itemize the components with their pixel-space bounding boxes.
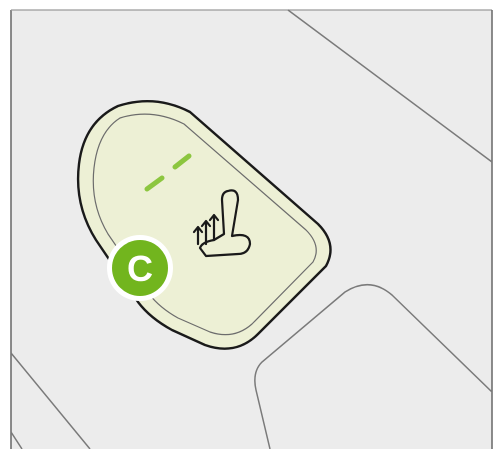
console-diagram: C bbox=[10, 9, 493, 449]
diagram-illustration: C bbox=[0, 0, 503, 449]
callout-letter: C bbox=[127, 248, 153, 289]
callout-marker-c: C bbox=[107, 235, 173, 301]
